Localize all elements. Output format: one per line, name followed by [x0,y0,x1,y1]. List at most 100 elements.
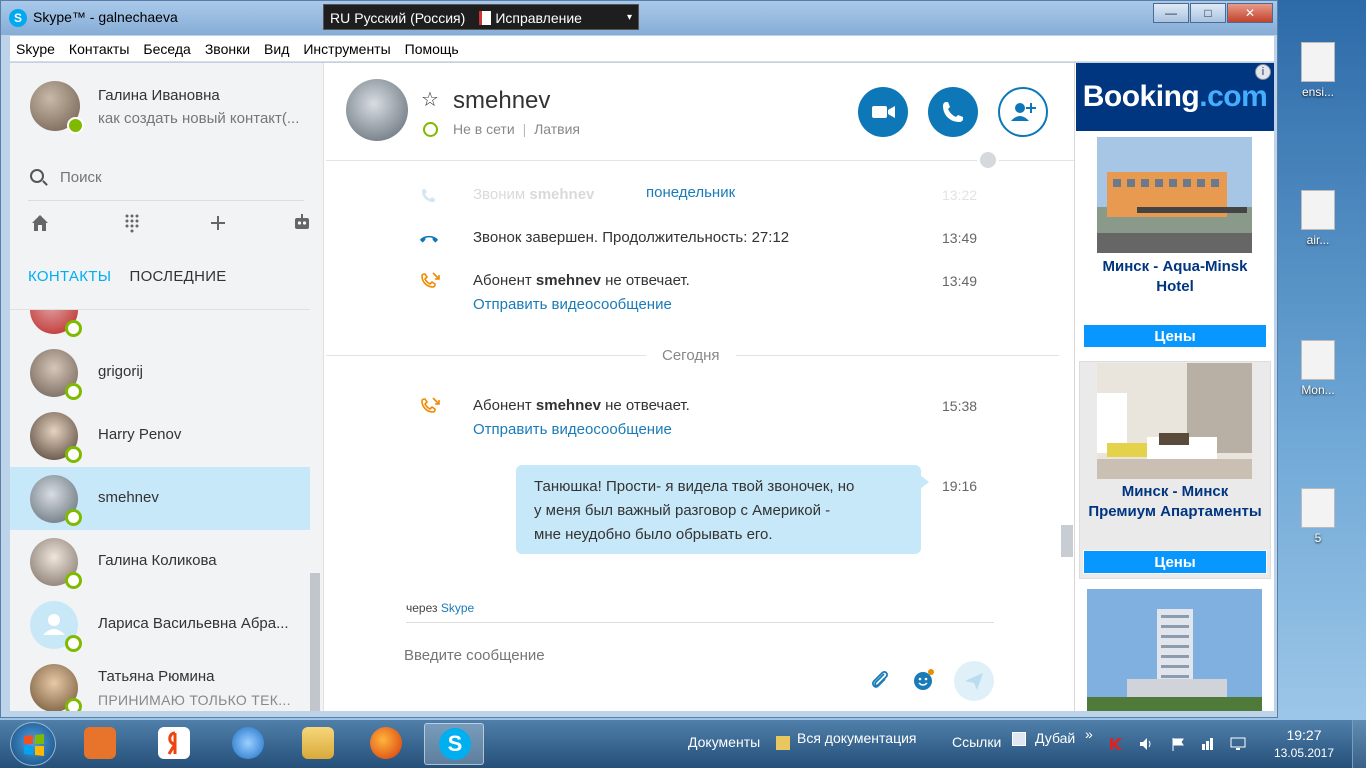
volume-icon[interactable] [1138,736,1152,750]
system-clock[interactable]: 19:27 13.05.2017 [1268,726,1340,762]
contact-name: Татьяна Рюмина [98,668,215,685]
hotel-photo[interactable] [1097,137,1252,253]
via-skype-link[interactable]: Skype [441,601,474,615]
prices-button[interactable]: Цены [1083,550,1267,574]
desktop-icon[interactable]: Mon... [1278,340,1358,397]
toolbar-dubai[interactable]: Дубай [1035,730,1075,746]
list-item[interactable]: Harry Penov [10,404,310,467]
logo-main: Booking [1082,80,1200,113]
profile-mood[interactable]: как создать новый контакт(... [98,110,299,127]
globe-icon[interactable] [977,149,999,171]
flag-icon[interactable] [1170,736,1184,751]
start-button[interactable] [10,722,56,766]
sidebar-toolbar [28,213,309,241]
toolbar-documents[interactable]: Документы [688,734,760,750]
hotel-photo[interactable] [1097,363,1252,479]
booking-logo[interactable]: Booking.com [1076,63,1274,131]
title-bar[interactable]: S Skype™ - galnechaeva RU Русский (Россия… [1,1,1277,35]
taskbar-explorer[interactable] [288,723,348,765]
emoticon-icon[interactable] [912,668,936,692]
desktop-icon-label: ensi... [1301,85,1334,99]
menu-calls[interactable]: Звонки [205,41,250,57]
add-user-icon [1011,103,1036,121]
client-area: Галина Ивановна как создать новый контак… [10,63,1274,711]
desktop-icon[interactable]: ensi... [1278,42,1358,99]
chevron-down-icon[interactable]: ▾ [627,5,632,31]
list-item[interactable]: Татьяна Рюмина ПРИНИМАЮ ТОЛЬКО ТЕК... [10,656,310,711]
home-icon[interactable] [28,213,52,237]
menu-skype[interactable]: Skype [16,41,55,57]
menu-help[interactable]: Помощь [405,41,459,57]
chat-scrollbar[interactable] [1061,525,1073,557]
plus-icon[interactable] [206,213,230,237]
hotel-name[interactable]: Минск - Минск Премиум Апартаменты [1075,482,1275,522]
menu-view[interactable]: Вид [264,41,289,57]
search-input[interactable] [60,165,310,189]
sidebar: Галина Ивановна как создать новый контак… [10,63,324,711]
taskbar-ie[interactable] [218,723,278,765]
taskbar-skype[interactable]: S [424,723,484,765]
toolbar-links[interactable]: Ссылки [952,734,1001,750]
message-time: 15:38 [942,398,978,414]
message-input[interactable] [404,643,844,667]
audio-call-button[interactable] [928,87,978,137]
attach-icon[interactable] [868,668,892,692]
search-box [30,165,310,189]
contact-name: Галина Коликова [98,552,217,569]
language-bar[interactable]: RU Русский (Россия) Исправление ▾ [323,4,639,30]
list-item[interactable]: Галина Коликова [10,530,310,593]
taskbar-firefox[interactable] [356,723,416,765]
close-button[interactable]: ✕ [1227,3,1273,23]
taskbar-yandex[interactable] [144,723,204,765]
hotel-photo[interactable] [1087,589,1262,711]
taskbar-media-player[interactable] [70,723,130,765]
kaspersky-icon[interactable] [1108,736,1122,750]
menu-conversation[interactable]: Беседа [143,41,190,57]
tab-recent[interactable]: ПОСЛЕДНИЕ [130,268,227,285]
language-code: RU [330,10,351,26]
peer-avatar[interactable] [346,79,408,141]
ad-info-icon[interactable]: i [1255,64,1271,80]
monitor-icon[interactable] [1230,736,1246,750]
list-item[interactable]: Лариса Васильевна Абра... [10,593,310,656]
file-icon [1301,488,1335,528]
message-bold: smehnev [529,186,595,203]
video-call-button[interactable] [858,87,908,137]
avatar[interactable] [30,81,84,134]
bot-icon[interactable] [290,213,314,237]
toolbar-more[interactable]: » [1085,726,1093,742]
sidebar-scrollbar[interactable] [310,573,320,711]
dialpad-icon[interactable] [120,213,144,237]
profile-panel[interactable]: Галина Ивановна как создать новый контак… [10,63,324,153]
desktop-icon[interactable]: 5 [1278,488,1358,545]
send-button[interactable] [954,661,994,701]
contact-list: grigorij Harry Penov smehnev Галина Коли… [10,309,310,711]
list-item[interactable]: grigorij [10,341,310,404]
minimize-button[interactable]: — [1153,3,1189,23]
desktop-icon[interactable]: air... [1278,190,1358,247]
menu-contacts[interactable]: Контакты [69,41,129,57]
tab-contacts[interactable]: КОНТАКТЫ [28,268,111,285]
hotel-name[interactable]: Минск - Aqua-Minsk Hotel [1075,257,1275,297]
search-icon [30,169,44,183]
show-desktop-button[interactable] [1352,720,1366,768]
message-text: не отвечает. [600,397,690,414]
ad-panel[interactable]: Booking.com i Минск - Aqua-Minsk Hotel Це… [1074,63,1274,711]
document-icon [479,11,492,25]
maximize-button[interactable]: □ [1190,3,1226,23]
message-bubble[interactable]: Танюшка! Прости- я видела твой звоночек,… [516,465,929,554]
add-people-button[interactable] [998,87,1048,137]
desktop-icon-label: 5 [1314,531,1322,545]
prices-button[interactable]: Цены [1083,324,1267,348]
send-video-message-link[interactable]: Отправить видеосообщение [473,421,672,438]
list-item[interactable]: smehnev [10,467,310,530]
star-icon[interactable]: ☆ [421,87,439,112]
list-item[interactable] [10,310,310,341]
menu-tools[interactable]: Инструменты [303,41,390,57]
send-video-message-link[interactable]: Отправить видеосообщение [473,296,672,313]
divider [28,200,304,201]
clock-date: 13.05.2017 [1273,746,1335,760]
network-icon[interactable] [1200,736,1214,750]
toolbar-all-docs[interactable]: Вся документация [797,730,917,746]
file-icon [1301,42,1335,82]
